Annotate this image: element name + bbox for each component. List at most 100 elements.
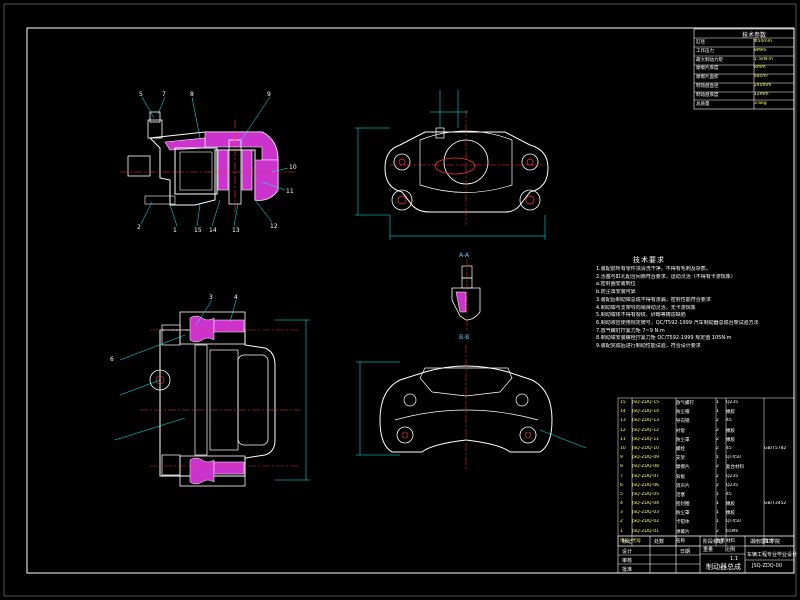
leader-number: 14 [209, 227, 217, 234]
bom-row: 1 JSQ-ZDQ-01 弹簧片 2 65Mn [620, 529, 792, 538]
bom-cell-code: JSQ-ZDQ-10 [632, 445, 660, 451]
leader-number: 9 [267, 91, 271, 98]
bom-cell-code: JSQ-ZDQ-06 [632, 482, 660, 488]
bom-cell-rem [764, 409, 792, 418]
spec-table: 技术参数 缸径 Φ54mm 工作压力 8MPa 最大制动力矩 1.5kN·m 摩擦片厚度 8m… [696, 30, 794, 109]
bom-cell-n: 9 [620, 455, 623, 461]
bom-cell-name: 背板 [676, 474, 685, 480]
section-label-b: B-B [459, 334, 470, 341]
bom-cell-code: JSQ-ZDQ-13 [632, 418, 660, 424]
bom-row: 14 JSQ-ZDQ-14 防尘帽 1 橡胶 [620, 409, 792, 418]
bom-cell-rem: GB/T5782 [764, 445, 787, 451]
bom-cell-qty: 1 [716, 501, 719, 507]
bom-cell-n: 15 [620, 400, 626, 405]
spec-key: 制动盘直径 [696, 83, 719, 89]
spec-key: 最大制动力矩 [696, 57, 723, 63]
bom-row: 11 JSQ-ZDQ-11 防尘罩 2 橡胶 [620, 437, 792, 446]
tb-school: 湖南理工学院 [750, 539, 781, 545]
spec-key: 总质量 [696, 101, 710, 107]
bom-cell-qty: 2 [716, 445, 719, 451]
bom-cell-name: 活塞 [676, 492, 685, 498]
spec-row: 摩擦片面积 48cm² [696, 74, 794, 83]
spec-row: 制动盘直径 240mm [696, 83, 794, 92]
spec-value: Φ54mm [754, 39, 773, 44]
section-view-top-left [120, 96, 295, 227]
bom-cell-qty: 2 [716, 464, 719, 470]
spec-key: 工作压力 [696, 48, 714, 54]
bom-cell-mat: 65Mn [726, 528, 739, 534]
bom-cell-n: 7 [620, 473, 623, 479]
bom-cell-rem [764, 529, 792, 538]
bom-cell-name: 放气螺钉 [676, 401, 694, 406]
bom-cell-qty: 2 [716, 427, 719, 433]
bom-row: 13 JSQ-ZDQ-13 导向销 2 45 [620, 418, 792, 427]
spec-value: 12mm [754, 91, 769, 97]
bom-cell-code: JSQ-ZDQ-01 [632, 528, 660, 534]
leader-number: 13 [232, 227, 240, 234]
bom-cell-qty: 1 [716, 519, 719, 525]
bom-cell-mat: 橡胶 [726, 437, 735, 443]
bom-cell-name: 防尘罩 [676, 437, 690, 443]
tb-designer-label: 设计 [622, 549, 633, 555]
bom-cell-code: JSQ-ZDQ-07 [632, 473, 660, 479]
bom-cell-code: JSQ-ZDQ-11 [632, 436, 660, 442]
bom-row: 7 JSQ-ZDQ-07 背板 2 Q235 [620, 474, 792, 483]
note-line: 9.装配完成后进行制动性能试验，符合设计要求 [596, 343, 701, 350]
leader-number: 7 [162, 91, 166, 98]
leader-number: 8 [190, 91, 194, 98]
bom-cell-mat: 45 [726, 445, 732, 451]
spec-key: 缸径 [696, 40, 705, 45]
spec-key: 摩擦片面积 [696, 75, 719, 81]
bom-cell-rem [764, 519, 792, 528]
leader-number: 11 [286, 188, 294, 195]
leader-number: 5 [139, 91, 143, 98]
spec-key: 摩擦片厚度 [696, 66, 719, 72]
note-line: 3.装配后制动钳总成不得有渗漏，密封性能符合要求 [596, 296, 711, 303]
note-line: b.防尘罩安装可靠 [596, 289, 636, 296]
bom-table: 15 JSQ-ZDQ-15 放气螺钉 1 Q235 14 JSQ-ZDQ-14 防尘帽 1 橡胶 1… [620, 400, 792, 547]
detail-view-center [451, 260, 481, 330]
bom-row: 3 JSQ-ZDQ-03 防尘罩 1 橡胶 [620, 510, 792, 519]
bom-cell-name: 支架 [676, 456, 685, 462]
bom-cell-mat: QT450 [726, 455, 741, 461]
bom-row: 10 JSQ-ZDQ-10 螺栓 2 45 GB/T5782 [620, 446, 792, 455]
bom-row: 4 JSQ-ZDQ-04 密封圈 1 橡胶 GB/T3452 [620, 501, 792, 510]
bom-cell-name: 卡钳体 [676, 520, 690, 526]
spec-value: 240mm [754, 82, 772, 88]
bom-cell-name: 弹簧片 [676, 529, 690, 535]
spec-row: 工作压力 8MPa [696, 48, 794, 57]
bom-cell-rem [764, 474, 792, 483]
tb-drawing-title: 制动器总成 [706, 563, 741, 571]
bom-cell-mat: Q235 [726, 482, 739, 488]
bom-cell-code: JSQ-ZDQ-14 [632, 409, 660, 415]
technical-notes: 1.装配前所有零件须清洗干净，不得有毛刺及杂质。 2.活塞与缸孔配合间隙符合要求，… [596, 266, 796, 351]
bom-cell-rem [764, 400, 792, 409]
spec-table-title: 技术参数 [741, 32, 766, 39]
bom-cell-rem [764, 464, 792, 473]
bom-cell-qty: 2 [716, 418, 719, 424]
bom-row: 5 JSQ-ZDQ-05 活塞 1 45 [620, 492, 792, 501]
bom-cell-mat: 橡胶 [726, 511, 735, 517]
bom-cell-name: 衬套 [676, 428, 685, 434]
bom-cell-code: JSQ-ZDQ-08 [632, 464, 660, 470]
bom-row: 8 JSQ-ZDQ-08 摩擦片 2 复合材料 [620, 464, 792, 473]
note-line: 8.制动钳安装螺栓拧紧力矩 QC/T592-1999 规定值 105N·m [596, 335, 732, 342]
spec-row: 摩擦片厚度 8mm [696, 65, 794, 74]
bom-cell-qty: 2 [716, 473, 719, 479]
note-line: 5.制动钳体不得有裂纹、砂眼等铸造缺陷 [596, 312, 686, 319]
bom-cell-n: 4 [620, 501, 623, 507]
spec-value: 48cm² [754, 74, 769, 80]
leader-number: 10 [289, 164, 297, 171]
note-line: 1.装配前所有零件须清洗干净，不得有毛刺及杂质。 [596, 266, 711, 272]
tb-stage-label: 阶段标记 [703, 539, 724, 545]
tb-scale-label: 比例 [725, 547, 736, 553]
leader-number: 1 [173, 227, 177, 234]
tb-drawing-no: JSQ-ZDQ-00 [752, 563, 783, 569]
spec-row: 制动盘厚度 12mm [696, 92, 794, 101]
bom-cell-qty: 1 [716, 400, 719, 405]
spec-value: 1.5kN·m [754, 56, 773, 62]
bom-cell-rem [764, 455, 792, 464]
bom-cell-mat: 橡胶 [726, 502, 735, 508]
bom-cell-code: JSQ-ZDQ-12 [632, 427, 660, 433]
bom-row: 6 JSQ-ZDQ-06 消声片 2 Q235 [620, 483, 792, 492]
